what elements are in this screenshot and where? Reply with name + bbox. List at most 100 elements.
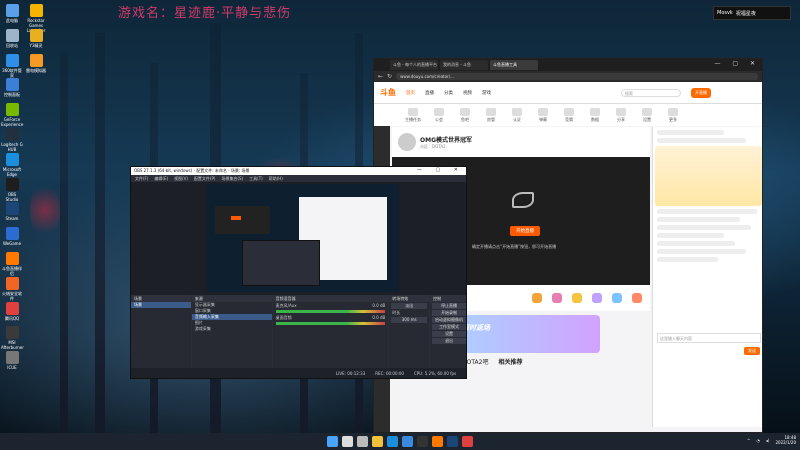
gift-icon[interactable] bbox=[552, 293, 562, 303]
volume-meter[interactable] bbox=[275, 322, 386, 325]
gift-icon[interactable] bbox=[592, 293, 602, 303]
preview-video bbox=[215, 206, 270, 234]
scene-item[interactable]: 场景 bbox=[131, 302, 191, 308]
steam-icon[interactable] bbox=[447, 436, 458, 447]
category-item[interactable]: 弹幕 bbox=[534, 107, 552, 123]
category-item[interactable]: 更多 bbox=[664, 107, 682, 123]
start-icon[interactable] bbox=[327, 436, 338, 447]
douyu-icon[interactable] bbox=[432, 436, 443, 447]
desktop-shortcut[interactable]: 控制面板 bbox=[1, 78, 23, 97]
category-item[interactable]: 认证 bbox=[508, 107, 526, 123]
category-item[interactable]: 鱼吧 bbox=[456, 107, 474, 123]
window-controls[interactable]: — ▢ ✕ bbox=[417, 167, 464, 173]
volume-icon[interactable]: ◂) bbox=[766, 438, 770, 443]
category-label: 设置 bbox=[643, 116, 651, 122]
virtual-camera-button[interactable]: 启动虚拟摄像机 bbox=[432, 317, 466, 323]
gift-icon[interactable] bbox=[572, 293, 582, 303]
category-item[interactable]: 分享 bbox=[612, 107, 630, 123]
start-recording-button[interactable]: 开始录制 bbox=[432, 310, 466, 316]
category-item[interactable]: 竞猜 bbox=[560, 107, 578, 123]
desktop-shortcut[interactable]: Logitech G HUB bbox=[1, 128, 23, 152]
browser-tab[interactable]: 斗鱼 - 每个人的直播平台 bbox=[390, 60, 438, 70]
site-search-input[interactable]: 搜索 bbox=[621, 88, 681, 97]
exit-button[interactable]: 退出 bbox=[432, 338, 466, 344]
obs-menubar: 文件(F) 编辑(E) 视图(V) 配置文件(P) 场景集合(S) 工具(T) 帮助(H) bbox=[131, 175, 466, 182]
obs-preview[interactable] bbox=[207, 184, 399, 292]
obs-menu-item[interactable]: 工具(T) bbox=[249, 176, 263, 182]
duration-input[interactable]: 300 ms bbox=[391, 317, 428, 323]
store-icon[interactable] bbox=[402, 436, 413, 447]
studio-mode-button[interactable]: 工作室模式 bbox=[432, 324, 466, 330]
volume-meter[interactable] bbox=[275, 310, 386, 313]
icue-icon bbox=[5, 351, 19, 365]
desktop-shortcut[interactable]: ICUE bbox=[1, 351, 23, 370]
category-item[interactable]: 数据 bbox=[586, 107, 604, 123]
start-stream-button[interactable]: 开始直播 bbox=[510, 226, 540, 236]
desktop-shortcut[interactable]: Y3精灵 bbox=[25, 28, 47, 48]
desktop-shortcut[interactable]: 回收站 bbox=[1, 28, 23, 48]
desktop-shortcut[interactable]: 火绒安全软件 bbox=[1, 276, 23, 301]
nav-link[interactable]: 视频 bbox=[463, 90, 472, 96]
desktop-shortcut[interactable]: GeForce Experience bbox=[1, 103, 23, 127]
source-item[interactable]: 游戏采集 bbox=[192, 326, 272, 332]
category-item[interactable]: 公会 bbox=[430, 107, 448, 123]
preview-obs bbox=[242, 240, 320, 286]
edge-icon[interactable] bbox=[387, 436, 398, 447]
rec-link[interactable]: 相关推荐 bbox=[498, 357, 522, 366]
search-icon[interactable] bbox=[342, 436, 353, 447]
desktop-shortcut[interactable]: 腾讯QQ bbox=[1, 301, 23, 321]
url-field[interactable]: www.douyu.com/creator/... bbox=[396, 73, 758, 80]
nav-link[interactable]: 游戏 bbox=[482, 90, 491, 96]
avatar[interactable] bbox=[398, 133, 416, 151]
desktop-shortcut[interactable]: WeGame bbox=[1, 227, 23, 246]
notification-toast[interactable]: Mosvk 祝福星夜 bbox=[713, 6, 791, 20]
clock[interactable]: 18:48 2022/1/20 bbox=[775, 435, 796, 445]
network-icon[interactable]: ◔ bbox=[756, 438, 760, 443]
mixer-channel[interactable]: 麦克风/Aux 0.0 dB bbox=[273, 302, 389, 314]
desktop-shortcut[interactable]: Microsoft Edge bbox=[1, 152, 23, 177]
mixer-channel[interactable]: 桌面音频 0.0 dB bbox=[273, 314, 389, 326]
task-view-icon[interactable] bbox=[357, 436, 368, 447]
scenes-panel: 场景 场景 bbox=[131, 295, 191, 369]
chevron-up-icon[interactable]: ^ bbox=[747, 438, 750, 443]
gift-icon[interactable] bbox=[532, 293, 542, 303]
refresh-icon[interactable]: ↻ bbox=[387, 73, 392, 80]
nav-link[interactable]: 首页 bbox=[406, 90, 415, 96]
browser-tab-active[interactable]: 斗鱼直播工具 bbox=[490, 60, 538, 70]
desktop-shortcut[interactable]: 此电脑 bbox=[1, 4, 23, 23]
obs-menu-item[interactable]: 配置文件(P) bbox=[194, 176, 216, 182]
back-icon[interactable]: ← bbox=[378, 73, 383, 80]
obs-window[interactable]: OBS 27.1.3 (64-bit, windows) - 配置文件: 未命名… bbox=[130, 166, 467, 379]
category-item[interactable]: 房管 bbox=[482, 107, 500, 123]
category-item[interactable]: 主播任务 bbox=[404, 107, 422, 123]
obs-menu-item[interactable]: 文件(F) bbox=[135, 176, 148, 182]
explorer-icon[interactable] bbox=[372, 436, 383, 447]
nav-link[interactable]: 直播 bbox=[425, 90, 434, 96]
obs-menu-item[interactable]: 视图(V) bbox=[174, 176, 188, 182]
nav-link[interactable]: 分类 bbox=[444, 90, 453, 96]
desktop-shortcut[interactable]: 斗鱼直播伴侣 bbox=[1, 252, 23, 276]
browser-tab[interactable]: 我的消息 - 斗鱼 bbox=[440, 60, 488, 70]
desktop-shortcut[interactable]: Steam bbox=[1, 202, 23, 221]
chat-input[interactable]: 这里输入聊天内容 bbox=[657, 333, 761, 343]
qq-icon[interactable] bbox=[462, 436, 473, 447]
desktop-shortcut[interactable]: 雷电模拟器 bbox=[25, 53, 47, 73]
settings-button[interactable]: 设置 bbox=[432, 331, 466, 337]
gift-icon[interactable] bbox=[632, 293, 642, 303]
desktop-shortcut[interactable]: MSI Afterburner bbox=[1, 326, 24, 350]
stop-stream-button[interactable]: 停止直播 bbox=[432, 303, 466, 309]
site-logo[interactable]: 斗鱼 bbox=[380, 87, 396, 98]
obs-icon[interactable] bbox=[417, 436, 428, 447]
window-controls[interactable]: — ▢ ✕ bbox=[714, 60, 760, 67]
category-item[interactable]: 设置 bbox=[638, 107, 656, 123]
start-live-button[interactable]: 开直播 bbox=[691, 87, 711, 98]
send-button[interactable]: 发送 bbox=[744, 347, 760, 355]
obs-menu-item[interactable]: 场景集合(S) bbox=[221, 176, 243, 182]
gift-icon[interactable] bbox=[612, 293, 622, 303]
desktop-shortcut[interactable]: 360软件管家 bbox=[1, 53, 23, 78]
obs-menu-item[interactable]: 编辑(E) bbox=[154, 176, 168, 182]
fish-logo-icon bbox=[512, 192, 534, 208]
obs-menu-item[interactable]: 帮助(H) bbox=[269, 176, 283, 182]
transition-select[interactable]: 淡出 bbox=[391, 303, 428, 309]
desktop-shortcut[interactable]: OBS Studio bbox=[1, 177, 23, 202]
